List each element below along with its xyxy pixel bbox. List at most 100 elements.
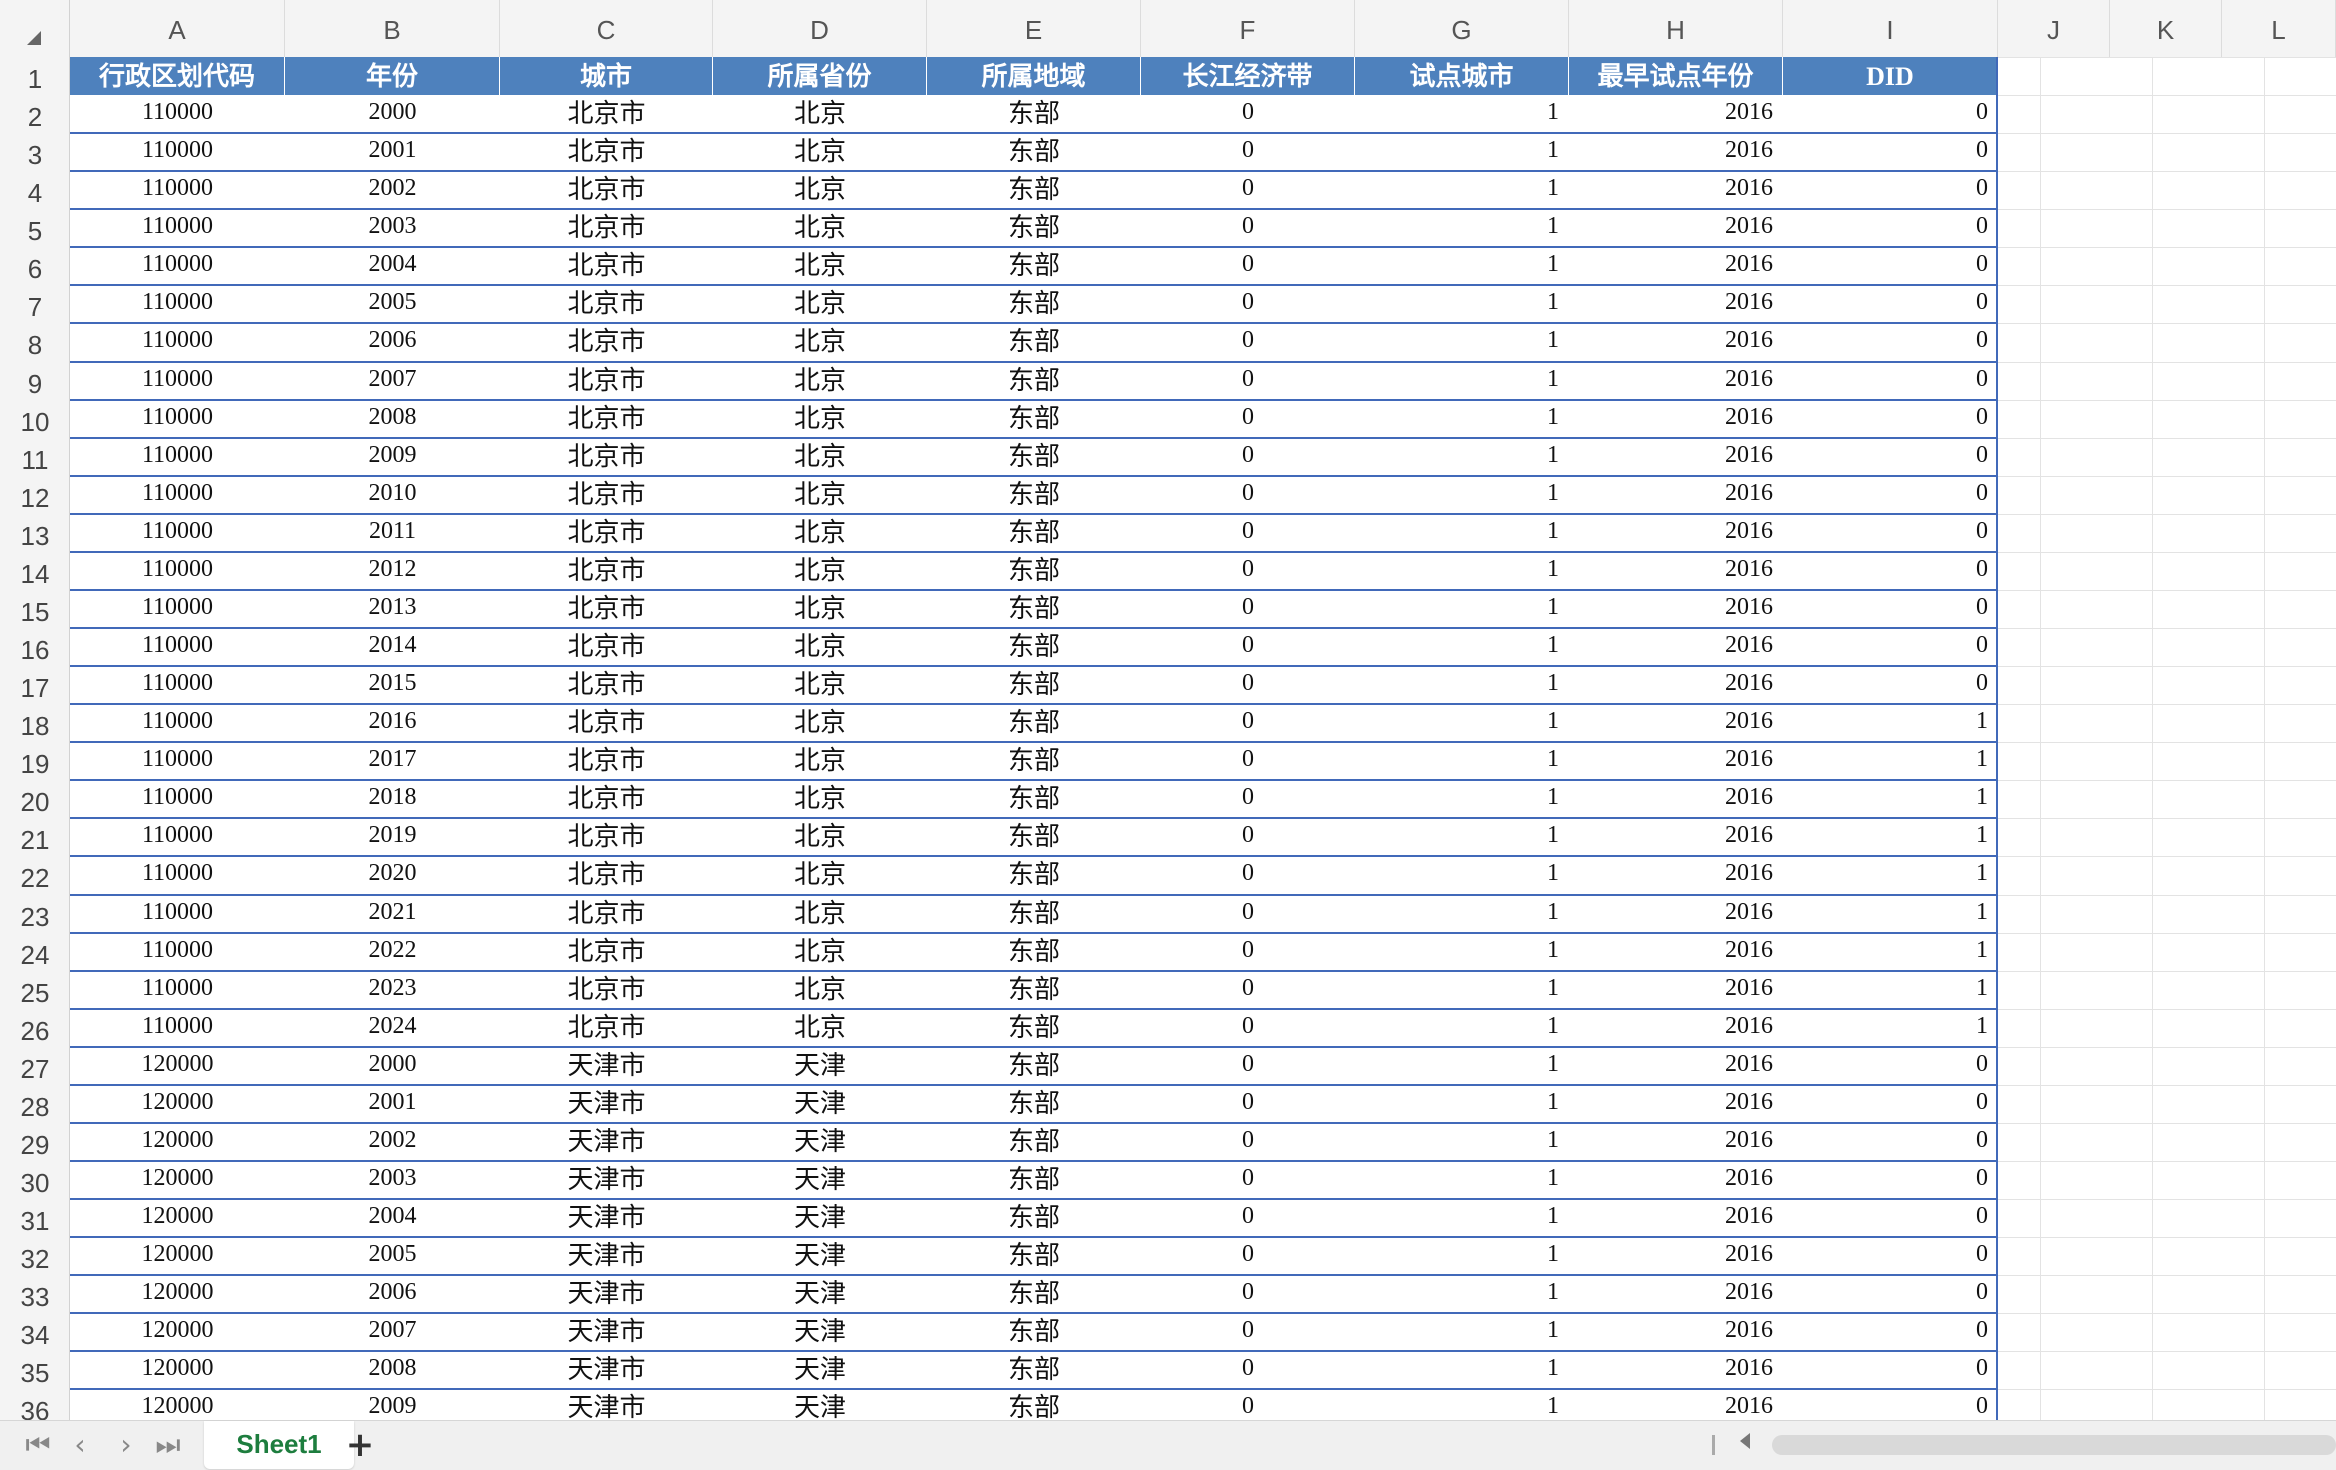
row-number[interactable]: 3: [0, 133, 70, 171]
table-cell[interactable]: 北京: [713, 666, 927, 704]
table-cell[interactable]: 120000: [70, 1123, 285, 1161]
table-cell[interactable]: 0: [1783, 514, 1998, 552]
table-cell[interactable]: 1: [1355, 590, 1569, 628]
table-cell[interactable]: 2022: [285, 933, 500, 971]
table-cell[interactable]: 120000: [70, 1351, 285, 1389]
table-cell[interactable]: 2004: [285, 1199, 500, 1237]
table-cell[interactable]: 1: [1355, 285, 1569, 323]
row-number[interactable]: 1: [0, 57, 70, 95]
table-cell[interactable]: 2008: [285, 1351, 500, 1389]
table-cell[interactable]: 北京: [713, 552, 927, 590]
table-cell[interactable]: 天津市: [500, 1389, 713, 1420]
table-cell[interactable]: 北京: [713, 895, 927, 933]
table-cell[interactable]: 2016: [1569, 1123, 1783, 1161]
row-number[interactable]: 30: [0, 1161, 70, 1199]
header-cell[interactable]: DID: [1783, 57, 1998, 96]
table-cell[interactable]: 东部: [927, 1085, 1141, 1123]
table-cell[interactable]: 2007: [285, 1313, 500, 1351]
table-cell[interactable]: 1: [1355, 1275, 1569, 1313]
table-cell[interactable]: 2007: [285, 362, 500, 400]
table-cell[interactable]: 0: [1783, 590, 1998, 628]
table-cell[interactable]: 2016: [1569, 742, 1783, 780]
table-cell[interactable]: 北京: [713, 438, 927, 476]
table-cell[interactable]: 1: [1355, 1237, 1569, 1275]
table-cell[interactable]: 2009: [285, 1389, 500, 1420]
table-cell[interactable]: 1: [1355, 552, 1569, 590]
table-cell[interactable]: 1: [1355, 1085, 1569, 1123]
table-cell[interactable]: 北京市: [500, 514, 713, 552]
table-cell[interactable]: 1: [1783, 742, 1998, 780]
table-cell[interactable]: 120000: [70, 1389, 285, 1420]
table-cell[interactable]: 2008: [285, 400, 500, 438]
row-number[interactable]: 23: [0, 895, 70, 933]
table-cell[interactable]: 天津市: [500, 1047, 713, 1085]
table-cell[interactable]: 0: [1141, 1199, 1355, 1237]
table-cell[interactable]: 1: [1355, 780, 1569, 818]
row-number[interactable]: 29: [0, 1123, 70, 1161]
table-cell[interactable]: 120000: [70, 1161, 285, 1199]
table-cell[interactable]: 2016: [1569, 476, 1783, 514]
table-cell[interactable]: 110000: [70, 971, 285, 1009]
table-cell[interactable]: 天津市: [500, 1085, 713, 1123]
table-cell[interactable]: 东部: [927, 285, 1141, 323]
column-header-j[interactable]: J: [1998, 0, 2110, 57]
table-cell[interactable]: 0: [1141, 933, 1355, 971]
table-cell[interactable]: 2020: [285, 856, 500, 894]
table-cell[interactable]: 0: [1141, 742, 1355, 780]
table-cell[interactable]: 0: [1783, 1161, 1998, 1199]
table-cell[interactable]: 1: [1783, 933, 1998, 971]
row-number[interactable]: 26: [0, 1009, 70, 1047]
table-cell[interactable]: 1: [1355, 95, 1569, 133]
table-cell[interactable]: 东部: [927, 971, 1141, 1009]
row-number[interactable]: 5: [0, 209, 70, 247]
table-cell[interactable]: 0: [1141, 818, 1355, 856]
table-cell[interactable]: 北京: [713, 133, 927, 171]
table-cell[interactable]: 东部: [927, 247, 1141, 285]
row-number[interactable]: 34: [0, 1313, 70, 1351]
header-cell[interactable]: 行政区划代码: [70, 57, 285, 96]
table-cell[interactable]: 1: [1355, 933, 1569, 971]
table-cell[interactable]: 东部: [927, 1237, 1141, 1275]
table-cell[interactable]: 天津: [713, 1123, 927, 1161]
table-cell[interactable]: 2014: [285, 628, 500, 666]
table-cell[interactable]: 0: [1141, 95, 1355, 133]
table-cell[interactable]: 0: [1141, 209, 1355, 247]
table-cell[interactable]: 北京市: [500, 971, 713, 1009]
table-cell[interactable]: 1: [1355, 1389, 1569, 1420]
table-cell[interactable]: 0: [1141, 171, 1355, 209]
table-cell[interactable]: 天津市: [500, 1275, 713, 1313]
table-cell[interactable]: 北京市: [500, 628, 713, 666]
table-cell[interactable]: 110000: [70, 133, 285, 171]
table-cell[interactable]: 1: [1355, 438, 1569, 476]
table-cell[interactable]: 0: [1783, 1123, 1998, 1161]
column-header-f[interactable]: F: [1141, 0, 1355, 57]
table-cell[interactable]: 2016: [1569, 247, 1783, 285]
table-cell[interactable]: 北京: [713, 933, 927, 971]
header-cell[interactable]: 长江经济带: [1141, 57, 1355, 96]
table-cell[interactable]: 0: [1783, 628, 1998, 666]
table-cell[interactable]: 1: [1783, 856, 1998, 894]
row-number[interactable]: 32: [0, 1237, 70, 1275]
last-sheet-icon[interactable]: ⏭: [150, 1427, 186, 1463]
table-cell[interactable]: 2000: [285, 1047, 500, 1085]
table-cell[interactable]: 120000: [70, 1237, 285, 1275]
table-cell[interactable]: 0: [1141, 1047, 1355, 1085]
table-cell[interactable]: 2016: [1569, 590, 1783, 628]
table-cell[interactable]: 北京市: [500, 856, 713, 894]
table-cell[interactable]: 0: [1783, 1047, 1998, 1085]
table-cell[interactable]: 0: [1141, 514, 1355, 552]
table-cell[interactable]: 东部: [927, 1275, 1141, 1313]
table-cell[interactable]: 2024: [285, 1009, 500, 1047]
table-cell[interactable]: 东部: [927, 476, 1141, 514]
column-header-l[interactable]: L: [2222, 0, 2336, 57]
table-cell[interactable]: 2016: [1569, 1313, 1783, 1351]
table-cell[interactable]: 2001: [285, 133, 500, 171]
table-cell[interactable]: 2016: [1569, 285, 1783, 323]
table-cell[interactable]: 110000: [70, 552, 285, 590]
table-cell[interactable]: 1: [1355, 1199, 1569, 1237]
table-cell[interactable]: 0: [1783, 247, 1998, 285]
table-cell[interactable]: 2015: [285, 666, 500, 704]
table-cell[interactable]: 2016: [1569, 780, 1783, 818]
table-cell[interactable]: 0: [1783, 323, 1998, 361]
table-cell[interactable]: 北京: [713, 362, 927, 400]
